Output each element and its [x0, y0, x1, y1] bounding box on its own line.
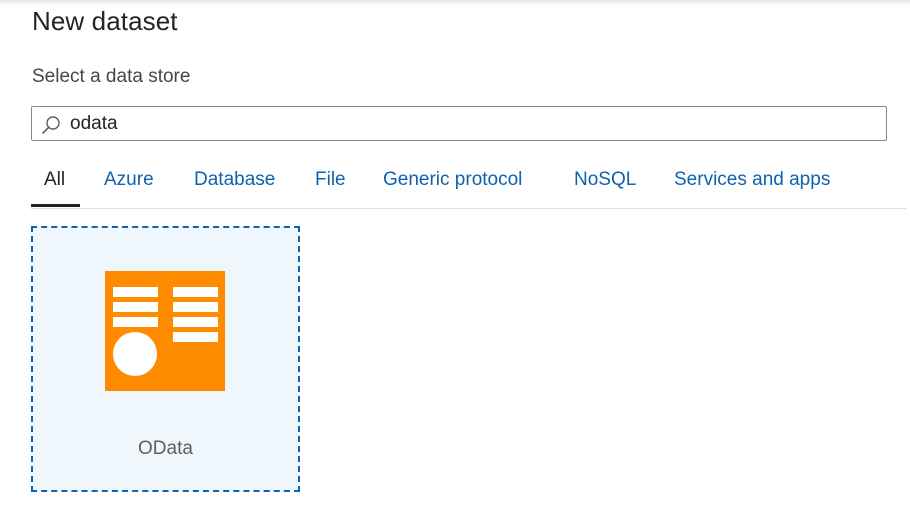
- tab-generic-protocol[interactable]: Generic protocol: [383, 169, 522, 191]
- tab-nosql[interactable]: NoSQL: [574, 169, 636, 191]
- data-store-card-odata[interactable]: OData: [31, 226, 300, 492]
- select-data-store-label: Select a data store: [32, 66, 191, 87]
- search-input[interactable]: [70, 110, 870, 137]
- tab-azure[interactable]: Azure: [104, 169, 154, 191]
- active-tab-indicator: [31, 204, 80, 207]
- new-dataset-panel: New dataset Select a data store All Azur…: [0, 0, 910, 528]
- search-box[interactable]: [31, 106, 887, 141]
- tab-services-and-apps[interactable]: Services and apps: [674, 169, 830, 191]
- odata-icon: [105, 271, 225, 391]
- data-store-card-label: OData: [138, 438, 193, 459]
- page-title: New dataset: [32, 6, 178, 36]
- search-icon: [42, 116, 60, 134]
- tab-file[interactable]: File: [315, 169, 346, 191]
- tab-database[interactable]: Database: [194, 169, 275, 191]
- tab-all[interactable]: All: [44, 169, 65, 191]
- category-tabs: All Azure Database File Generic protocol…: [31, 163, 906, 209]
